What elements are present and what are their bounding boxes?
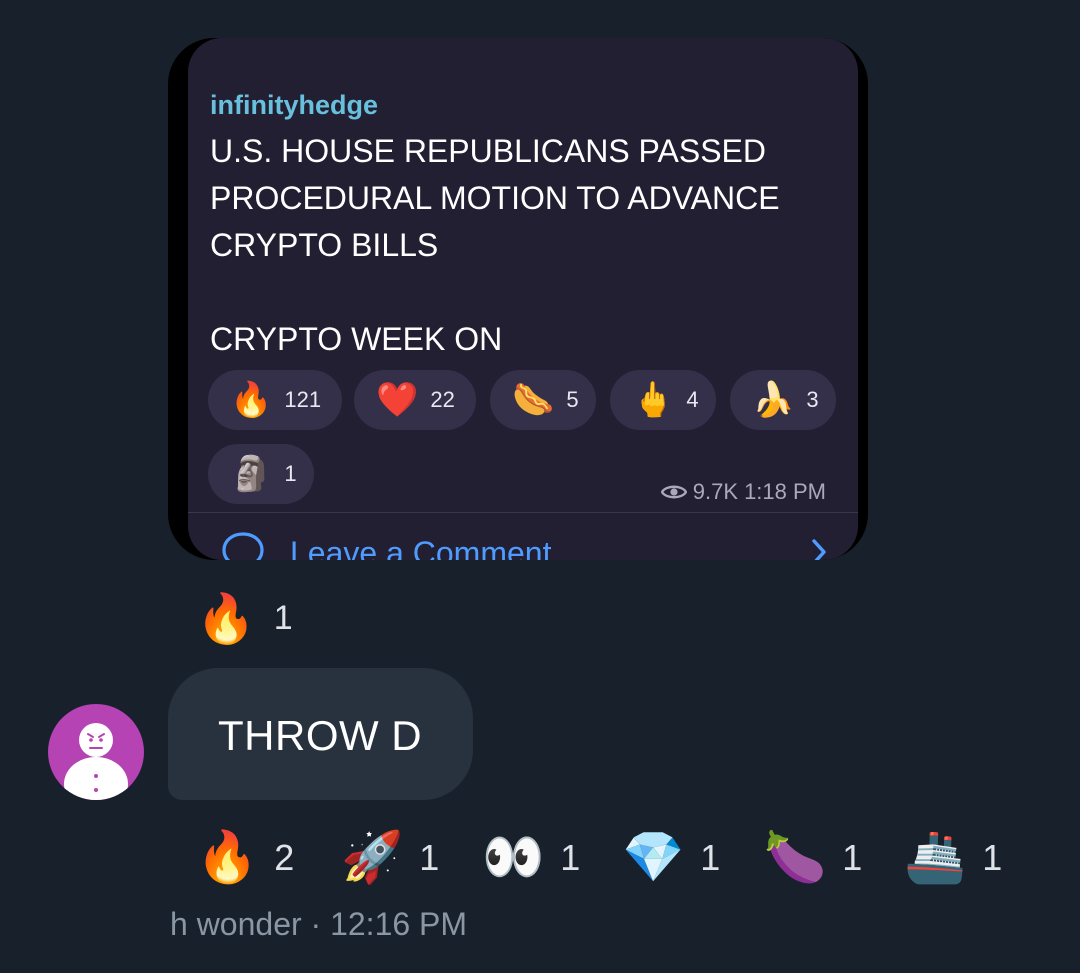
eye-icon	[660, 485, 687, 499]
gem-icon: 💎	[622, 828, 685, 886]
forwarded-post-card[interactable]: infinityhedge U.S. HOUSE REPUBLICANS PAS…	[168, 38, 868, 560]
reaction-count: 1	[284, 461, 297, 486]
post-text: U.S. HOUSE REPUBLICANS PASSED PROCEDURAL…	[210, 128, 830, 363]
reaction-fire[interactable]: 🔥 121	[208, 370, 342, 430]
ship-icon: 🚢	[904, 828, 967, 886]
reaction-count: 4	[686, 387, 699, 412]
moai-icon: 🗿	[230, 454, 273, 494]
chevron-right-icon	[812, 539, 826, 560]
reaction-count: 1	[560, 836, 581, 878]
reaction-fire[interactable]: 🔥 2	[196, 828, 294, 887]
post-line: PROCEDURAL MOTION TO ADVANCE	[210, 180, 780, 216]
reaction-rocket[interactable]: 🚀 1	[341, 828, 439, 887]
banana-icon: 🍌	[752, 380, 795, 420]
reaction-eyes[interactable]: 👀 1	[482, 828, 580, 887]
reaction-heart[interactable]: ❤️ 22	[354, 370, 476, 430]
fire-icon: 🔥	[196, 828, 259, 886]
avatar[interactable]	[48, 704, 144, 800]
message-footer: h wonder · 12:16 PM	[170, 906, 467, 943]
reaction-moai[interactable]: 🗿 1	[208, 444, 314, 504]
rocket-icon: 🚀	[341, 828, 404, 886]
reaction-gem[interactable]: 💎 1	[622, 828, 720, 887]
message-reactions: 🔥 2 🚀 1 👀 1 💎 1 🍆 1 🚢 1	[196, 828, 1016, 892]
post-time: 1:18 PM	[744, 479, 826, 504]
post-line: CRYPTO BILLS	[210, 227, 439, 263]
eggplant-icon: 🍆	[764, 828, 827, 886]
reaction-middle-finger[interactable]: 🖕 4	[610, 370, 716, 430]
reaction-count: 2	[274, 836, 295, 878]
view-count: 9.7K	[692, 479, 739, 504]
reaction-hotdog[interactable]: 🌭 5	[490, 370, 596, 430]
message-time: 12:16 PM	[330, 906, 468, 942]
fire-icon: 🔥	[230, 380, 273, 420]
reaction-ship[interactable]: 🚢 1	[904, 828, 1002, 887]
reaction-count: 1	[700, 836, 721, 878]
middle-finger-icon: 🖕	[632, 380, 675, 420]
eyes-icon: 👀	[482, 828, 545, 886]
comment-bubble-icon	[222, 532, 264, 560]
reaction-count: 1	[842, 836, 863, 878]
post-line: U.S. HOUSE REPUBLICANS PASSED	[210, 133, 766, 169]
reaction-count: 1	[982, 836, 1003, 878]
fire-icon: 🔥	[196, 591, 256, 647]
separator: ·	[310, 906, 322, 942]
heart-icon: ❤️	[376, 380, 419, 420]
reaction-count: 5	[566, 387, 579, 412]
reaction-banana[interactable]: 🍌 3	[730, 370, 836, 430]
reaction-eggplant[interactable]: 🍆 1	[764, 828, 862, 887]
post-line-blank	[210, 269, 830, 316]
channel-name[interactable]: infinityhedge	[210, 90, 378, 121]
reaction-count: 1	[419, 836, 440, 878]
post-meta: 9.7K 1:18 PM	[660, 479, 826, 505]
reaction-count: 3	[806, 387, 819, 412]
reaction-count: 22	[430, 387, 455, 412]
leave-comment-label: Leave a Comment	[290, 534, 552, 561]
reaction-count: 121	[284, 387, 322, 412]
message-bubble[interactable]: THROW D	[168, 668, 473, 800]
post-line: CRYPTO WEEK ON	[210, 321, 503, 357]
hotdog-icon: 🌭	[512, 380, 555, 420]
leave-comment-button[interactable]: Leave a Comment	[188, 513, 858, 560]
message-text: THROW D	[218, 712, 423, 759]
card-reaction[interactable]: 🔥 1	[196, 590, 293, 647]
snowman-avatar-icon	[64, 723, 128, 800]
reaction-count: 1	[273, 599, 293, 637]
sender-name[interactable]: h wonder	[170, 906, 302, 942]
